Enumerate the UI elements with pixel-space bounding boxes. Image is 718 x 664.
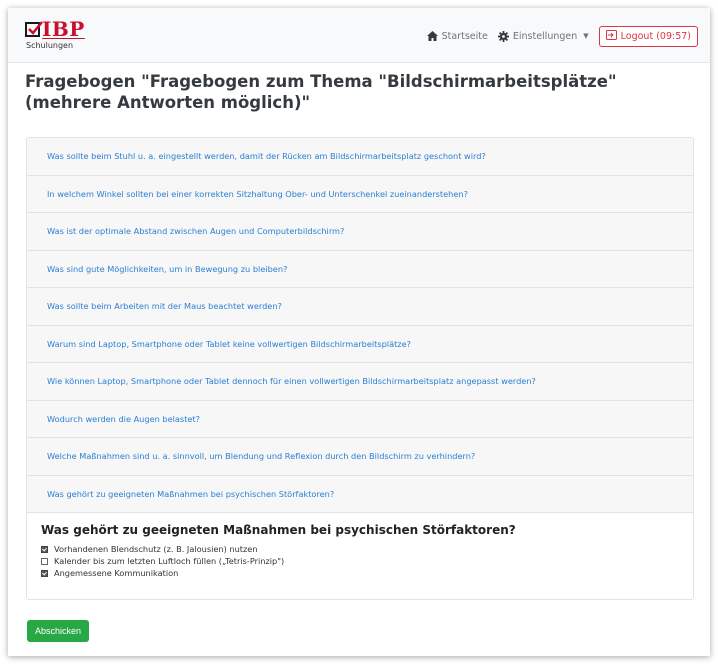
brand-subtitle: Schulungen bbox=[26, 41, 74, 50]
accordion-item-9[interactable]: Welche Maßnahmen sind u. a. sinnvoll, um… bbox=[27, 438, 693, 476]
logout-icon bbox=[605, 29, 617, 43]
accordion-item-label: Wodurch werden die Augen belastet? bbox=[47, 413, 200, 424]
accordion-item-7[interactable]: Wie können Laptop, Smartphone oder Table… bbox=[27, 363, 693, 401]
caret-down-icon: ▼ bbox=[583, 32, 589, 40]
accordion-item-6[interactable]: Warum sind Laptop, Smartphone oder Table… bbox=[27, 325, 693, 363]
logout-button[interactable]: Logout (09:57) bbox=[598, 25, 698, 47]
home-link-label: Startseite bbox=[441, 30, 488, 42]
accordion-item-8[interactable]: Wodurch werden die Augen belastet? bbox=[27, 400, 693, 438]
navbar: IBP Schulungen Startseite Einstellungen … bbox=[8, 8, 710, 63]
question-accordion: Was sollte beim Stuhl u. a. eingestellt … bbox=[26, 137, 694, 600]
question-heading: Was gehört zu geeigneten Maßnahmen bei p… bbox=[41, 523, 516, 537]
nav-right: Startseite Einstellungen ▼ Logout (09:57… bbox=[426, 24, 698, 48]
answer-label: Kalender bis zum letzten Luftloch füllen… bbox=[54, 556, 285, 566]
answer-option-2[interactable]: Kalender bis zum letzten Luftloch füllen… bbox=[41, 555, 693, 567]
brand-name: IBP bbox=[42, 17, 85, 41]
accordion-item-5[interactable]: Was sollte beim Arbeiten mit der Maus be… bbox=[27, 288, 693, 326]
accordion-item-3[interactable]: Was ist der optimale Abstand zwischen Au… bbox=[27, 213, 693, 251]
settings-dropdown[interactable]: Einstellungen ▼ bbox=[497, 30, 589, 42]
accordion-item-label: Was sind gute Möglichkeiten, um in Beweg… bbox=[47, 263, 288, 274]
gear-icon bbox=[497, 30, 509, 42]
accordion-item-10[interactable]: Was gehört zu geeigneten Maßnahmen bei p… bbox=[27, 475, 693, 513]
logout-label: Logout (09:57) bbox=[620, 30, 691, 42]
accordion-item-label: Welche Maßnahmen sind u. a. sinnvoll, um… bbox=[47, 451, 476, 462]
accordion-item-label: Wie können Laptop, Smartphone oder Table… bbox=[47, 376, 536, 387]
accordion-item-label: Was sollte beim Stuhl u. a. eingestellt … bbox=[47, 151, 486, 162]
accordion-item-label: In welchem Winkel sollten bei einer korr… bbox=[47, 188, 468, 199]
page-title: Fragebogen "Fragebogen zum Thema "Bildsc… bbox=[25, 72, 617, 112]
checkbox-logo-icon bbox=[25, 21, 43, 37]
accordion-item-label: Warum sind Laptop, Smartphone oder Table… bbox=[47, 338, 411, 349]
answer-label: Vorhandenen Blendschutz (z. B. Jalousien… bbox=[54, 544, 258, 554]
home-icon bbox=[426, 31, 438, 41]
accordion-item-label: Was ist der optimale Abstand zwischen Au… bbox=[47, 226, 345, 237]
accordion-item-1[interactable]: Was sollte beim Stuhl u. a. eingestellt … bbox=[27, 138, 693, 176]
submit-button[interactable]: Abschicken bbox=[27, 620, 90, 642]
accordion-item-label: Was gehört zu geeigneten Maßnahmen bei p… bbox=[47, 488, 335, 499]
answer-option-3[interactable]: Angemessene Kommunikation bbox=[41, 567, 693, 579]
answer-option-1[interactable]: Vorhandenen Blendschutz (z. B. Jalousien… bbox=[41, 543, 693, 555]
accordion-item-2[interactable]: In welchem Winkel sollten bei einer korr… bbox=[27, 175, 693, 213]
browser-window: IBP Schulungen Startseite Einstellungen … bbox=[8, 8, 710, 656]
brand-logo[interactable]: IBP Schulungen bbox=[25, 17, 105, 54]
answer-checkbox[interactable] bbox=[41, 569, 48, 577]
accordion-item-4[interactable]: Was sind gute Möglichkeiten, um in Beweg… bbox=[27, 250, 693, 288]
accordion-item-label: Was sollte beim Arbeiten mit der Maus be… bbox=[47, 301, 282, 312]
answer-checkbox[interactable] bbox=[41, 557, 48, 565]
answer-label: Angemessene Kommunikation bbox=[54, 568, 179, 578]
settings-label: Einstellungen bbox=[512, 30, 578, 42]
answer-checkbox[interactable] bbox=[41, 545, 48, 553]
active-question-panel: Was gehört zu geeigneten Maßnahmen bei p… bbox=[27, 513, 693, 599]
home-link[interactable]: Startseite bbox=[426, 30, 488, 42]
